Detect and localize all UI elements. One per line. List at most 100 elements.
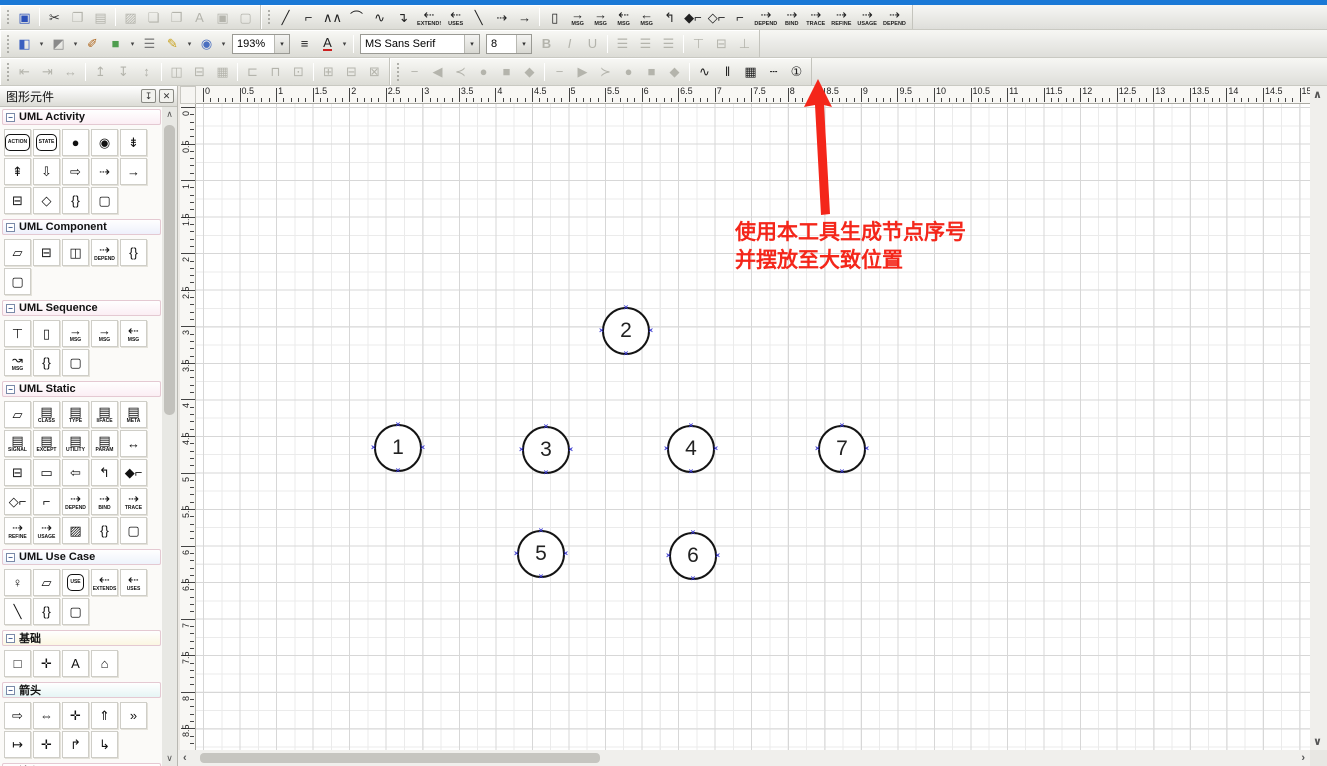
horizontal-scrollbar[interactable]: ‹ › — [178, 750, 1310, 766]
align-centers-h-button[interactable]: ↔ — [59, 61, 82, 82]
signal-shape[interactable]: ▤SIGNAL — [4, 430, 31, 457]
note-shape[interactable]: {} — [33, 349, 60, 376]
selection-handle[interactable]: × — [371, 444, 376, 452]
vertical-scrollbar[interactable]: ∧ ∨ — [1310, 86, 1327, 750]
selection-handle[interactable]: × — [666, 552, 671, 560]
class-shape[interactable]: ▤CLASS — [33, 401, 60, 428]
object-lifeline-shape[interactable]: ⊤ — [4, 320, 31, 347]
interface-shape[interactable]: ▤I/FACE — [91, 401, 118, 428]
metaclass-shape[interactable]: ▤META — [120, 401, 147, 428]
selection-handle[interactable]: × — [420, 444, 425, 452]
selection-handle[interactable]: × — [539, 573, 544, 581]
decision-shape[interactable]: ◇ — [33, 187, 60, 214]
message-shape[interactable]: →MSG — [62, 320, 89, 347]
selection-handle[interactable]: × — [648, 327, 653, 335]
selection-handle[interactable]: × — [815, 445, 820, 453]
package-shape[interactable]: ▱ — [4, 401, 31, 428]
page-shape[interactable]: ▢ — [4, 268, 31, 295]
section-header-5[interactable]: −基础 — [2, 630, 161, 646]
increase-spacing-button[interactable]: ⊞ — [317, 61, 340, 82]
scroll-right-icon[interactable]: › — [1301, 752, 1305, 764]
selection-handle[interactable]: × — [568, 446, 573, 454]
link-shape[interactable]: ↰ — [91, 459, 118, 486]
scroll-up-icon[interactable]: ∧ — [162, 107, 177, 122]
four-way-arrow-shape[interactable]: ✛ — [62, 702, 89, 729]
theme-color-button[interactable]: ■ — [104, 33, 127, 54]
line-end-open-arrow-right[interactable]: ≻ — [594, 61, 617, 82]
send-signal-shape[interactable]: ⇨ — [62, 158, 89, 185]
elbow-arrow-tool[interactable]: ↰ — [658, 7, 681, 28]
sync-message-shape[interactable]: →MSG — [91, 320, 118, 347]
line-end-square-right[interactable]: ■ — [640, 61, 663, 82]
diagram-node-5[interactable]: 5×××× — [517, 530, 565, 578]
association-class-shape[interactable]: ↔ — [120, 430, 147, 457]
section-header-0[interactable]: −UML Activity — [2, 109, 161, 125]
diagram-node-2[interactable]: 2×××× — [602, 307, 650, 355]
selection-handle[interactable]: × — [691, 575, 696, 583]
group-button[interactable]: ▣ — [211, 7, 234, 28]
join-shape[interactable]: ⇞ — [4, 158, 31, 185]
line-style-button[interactable]: ☰ — [138, 33, 161, 54]
selection-handle[interactable]: × — [715, 552, 720, 560]
arrow-shape[interactable]: → — [120, 158, 147, 185]
callout-arrow-shape[interactable]: ↦ — [4, 731, 31, 758]
message-tool[interactable]: →MSG — [566, 7, 589, 28]
collapse-icon[interactable]: − — [6, 686, 15, 695]
line-end-open-arrow-left[interactable]: ≺ — [449, 61, 472, 82]
align-middles-v-button[interactable]: ↕ — [135, 61, 158, 82]
selection-handle[interactable]: × — [544, 423, 549, 431]
bring-to-front-button[interactable]: ❏ — [142, 7, 165, 28]
equal-spacing-button[interactable]: ⊠ — [363, 61, 386, 82]
pen-dropdown[interactable]: ▾ — [184, 33, 195, 54]
collapse-icon[interactable]: − — [6, 553, 15, 562]
package-shape[interactable]: ▱ — [33, 569, 60, 596]
aggregation-connector-tool[interactable]: ◇⌐ — [705, 7, 729, 28]
receive-signal-shape[interactable]: ⇩ — [33, 158, 60, 185]
line-end-circle-right[interactable]: ● — [617, 61, 640, 82]
pen-button[interactable]: ✎ — [161, 33, 184, 54]
activation-shape[interactable]: ▯ — [33, 320, 60, 347]
same-size-button[interactable]: ⊡ — [287, 61, 310, 82]
pin-icon[interactable]: ↧ — [141, 89, 156, 103]
send-to-back-button[interactable]: ❐ — [165, 7, 188, 28]
page-shape[interactable]: ▢ — [91, 187, 118, 214]
uses-shape[interactable]: ⇠USES — [120, 569, 147, 596]
shadow-color-dropdown[interactable]: ▾ — [70, 33, 81, 54]
diagonal-line-tool[interactable]: ╲ — [467, 7, 490, 28]
diagram-node-4[interactable]: 4×××× — [667, 425, 715, 473]
hook-arrow-tool[interactable]: ↴ — [391, 7, 414, 28]
cut-button[interactable]: ✂ — [43, 7, 66, 28]
ungroup-button[interactable]: ▢ — [234, 7, 257, 28]
selection-handle[interactable]: × — [514, 550, 519, 558]
valign-bottom-button[interactable]: ⊥ — [733, 33, 756, 54]
freehand-tool[interactable]: ∿ — [693, 61, 716, 82]
section-header-1[interactable]: −UML Component — [2, 219, 161, 235]
trace-shape[interactable]: ⇢TRACE — [120, 488, 147, 515]
grid-tool[interactable]: ▦ — [739, 61, 762, 82]
curve-tool[interactable]: ∿ — [368, 7, 391, 28]
diagram-node-1[interactable]: 1×××× — [374, 424, 422, 472]
scroll-down-icon[interactable]: ∨ — [1313, 735, 1322, 748]
fill-color-button[interactable]: ◧ — [13, 33, 36, 54]
freeform-shape[interactable]: ⌂ — [91, 650, 118, 677]
collapse-icon[interactable]: − — [6, 634, 15, 643]
dashed-arrow-shape[interactable]: ⇢ — [91, 158, 118, 185]
sidebar-scrollbar[interactable]: ∧ ∨ — [162, 107, 177, 766]
selection-handle[interactable]: × — [664, 445, 669, 453]
bind-connector-tool[interactable]: ⇢BIND — [780, 7, 803, 28]
line-end-none-left[interactable]: − — [403, 61, 426, 82]
selection-handle[interactable]: × — [713, 445, 718, 453]
font-color-button[interactable]: A — [316, 33, 339, 54]
cross-arrow-shape[interactable]: ✛ — [33, 731, 60, 758]
distribute-h-button[interactable]: ◫ — [165, 61, 188, 82]
sidebar-scroll-thumb[interactable] — [164, 125, 175, 415]
right-arrow-shape[interactable]: ⇨ — [4, 702, 31, 729]
bold-button[interactable]: B — [535, 33, 558, 54]
section-header-6[interactable]: −箭头 — [2, 682, 161, 698]
underline-button[interactable]: U — [581, 33, 604, 54]
align-left-button[interactable]: ☰ — [611, 33, 634, 54]
align-right-button[interactable]: ☰ — [657, 33, 680, 54]
async-message-shape[interactable]: ↝MSG — [4, 349, 31, 376]
corner-double-arrow-shape[interactable]: ↳ — [91, 731, 118, 758]
selection-handle[interactable]: × — [396, 467, 401, 475]
